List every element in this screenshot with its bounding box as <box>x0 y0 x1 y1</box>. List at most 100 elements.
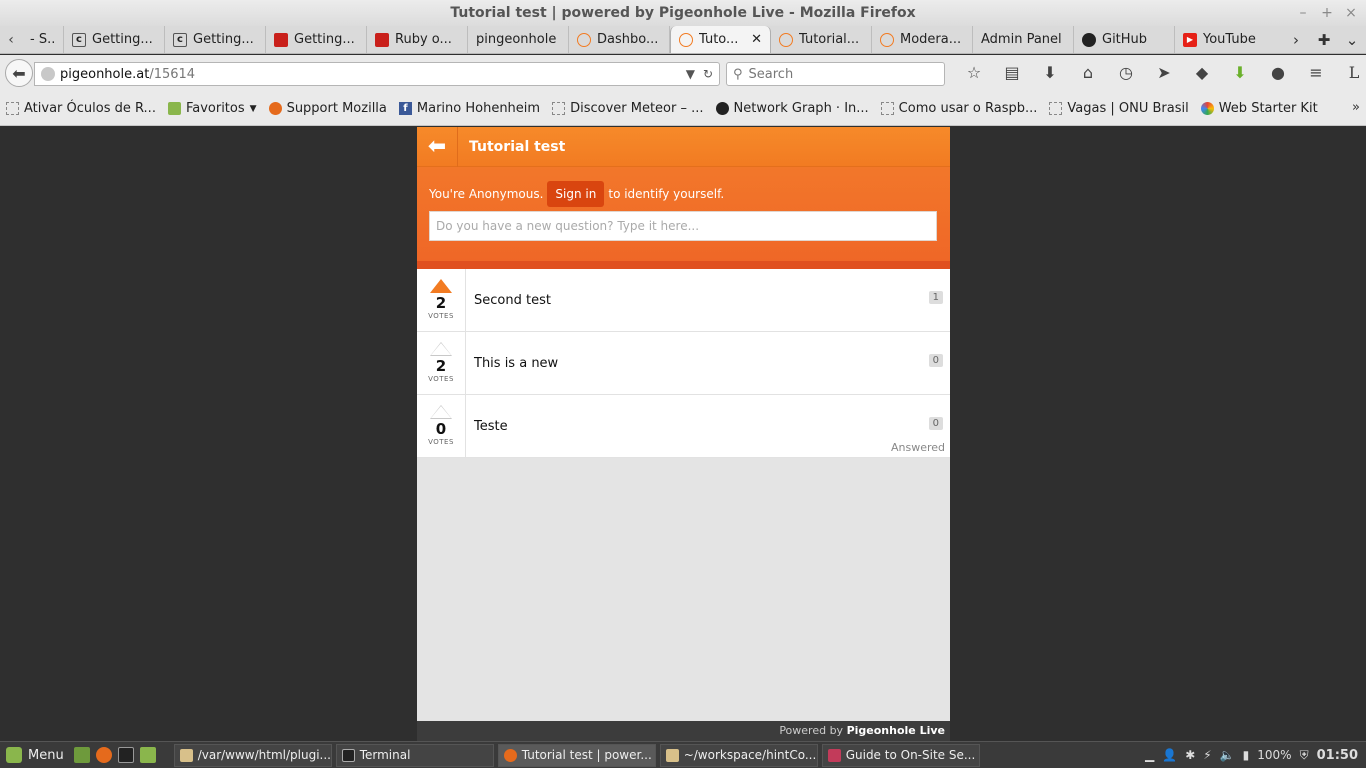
firefox-icon <box>503 748 517 762</box>
question-row[interactable]: 0 VOTES Teste 0 Answered <box>417 395 950 458</box>
footer-brand[interactable]: Pigeonhole Live <box>847 724 945 737</box>
clock[interactable]: 01:50 <box>1317 748 1358 763</box>
bookmark-item[interactable]: Support Mozilla <box>268 101 387 116</box>
task-label: Terminal <box>359 748 411 762</box>
reading-list-icon[interactable]: ▤ <box>993 61 1031 85</box>
terminal-icon <box>341 748 355 762</box>
tab-scroll-left-button[interactable]: ‹ <box>0 26 22 53</box>
tab-2[interactable]: c Getting... <box>165 26 266 53</box>
workspace-icon[interactable]: ▁ <box>1145 748 1154 762</box>
tab-12[interactable]: ▶ YouTube <box>1175 26 1276 53</box>
download-helper-icon[interactable]: ⬇ <box>1221 61 1259 85</box>
battery-icon[interactable]: ▮ <box>1243 748 1250 762</box>
tab-9[interactable]: Modera... <box>872 26 973 53</box>
bookmark-item[interactable]: Ativar Óculos de R... <box>6 101 156 116</box>
ruby-icon <box>274 32 288 47</box>
question-row[interactable]: 2 VOTES Second test 1 <box>417 269 950 332</box>
taskbar-item[interactable]: Terminal <box>335 743 494 767</box>
desktop-icon[interactable] <box>73 747 90 763</box>
downloads-icon[interactable]: ⬇ <box>1031 61 1069 85</box>
bookmarks-overflow-icon[interactable]: » <box>1352 100 1360 115</box>
tab-label: Dashbo... <box>597 32 659 47</box>
comment-count-badge[interactable]: 1 <box>928 291 943 304</box>
github-icon <box>715 102 729 115</box>
page-viewport: ⬅ Tutorial test You're Anonymous. Sign i… <box>0 126 1366 741</box>
window-controls: – + × <box>1296 0 1358 26</box>
tab-label: Admin Panel <box>981 32 1062 47</box>
tab-10[interactable]: Admin Panel <box>973 26 1074 53</box>
bookmark-item[interactable]: Como usar o Raspb... <box>880 101 1037 116</box>
extension-icon[interactable]: ◆ <box>1183 61 1221 85</box>
tab-4[interactable]: Ruby o... <box>367 26 468 53</box>
menu-hamburger-icon[interactable]: ≡ <box>1297 61 1335 85</box>
start-menu-button[interactable]: Menu <box>0 747 74 763</box>
search-input[interactable]: ⚲ Search <box>726 62 945 86</box>
bookmark-item[interactable]: Discover Meteor – ... <box>552 101 704 116</box>
vote-box: 2 VOTES <box>417 332 466 394</box>
anon-suffix: to identify yourself. <box>608 187 725 201</box>
bookmark-label: Support Mozilla <box>286 101 387 116</box>
chat-icon[interactable]: ● <box>1259 61 1297 85</box>
home-icon[interactable]: ⌂ <box>1069 61 1107 85</box>
upvote-icon[interactable] <box>430 405 452 419</box>
close-window-button[interactable]: × <box>1344 0 1358 26</box>
tab-label: Ruby o... <box>395 32 452 47</box>
task-label: Guide to On-Site Se... <box>845 748 976 762</box>
shield-icon[interactable]: ⛨ <box>1300 748 1309 763</box>
comment-count-badge[interactable]: 0 <box>928 354 943 367</box>
network-icon[interactable]: ⚡ <box>1203 748 1211 762</box>
reload-icon[interactable]: ↻ <box>703 67 713 81</box>
upvote-icon[interactable] <box>430 342 452 356</box>
comment-count-badge[interactable]: 0 <box>928 417 943 430</box>
list-all-tabs-icon[interactable]: ⌄ <box>1338 31 1366 49</box>
back-arrow-icon[interactable]: ⬅ <box>417 126 458 167</box>
upvote-icon[interactable] <box>430 279 452 293</box>
bookmark-folder[interactable]: Favoritos ▼ <box>167 101 257 116</box>
answered-status: Answered <box>890 441 945 454</box>
tab-scroll-right-icon[interactable]: › <box>1282 31 1310 49</box>
taskbar-item[interactable]: /var/www/html/plugi... <box>173 743 332 767</box>
tab-5[interactable]: pingeonhole <box>468 26 569 53</box>
sign-in-button[interactable]: Sign in <box>547 181 605 207</box>
url-bar[interactable]: pigeonhole.at /15614 ▼ ↻ <box>34 62 720 86</box>
question-row[interactable]: 2 VOTES This is a new 0 <box>417 332 950 395</box>
bookmark-star-icon[interactable]: ☆ <box>955 61 993 85</box>
close-tab-icon[interactable]: ✕ <box>751 32 762 47</box>
tab-8[interactable]: Tutorial... <box>771 26 872 53</box>
folder-icon[interactable] <box>139 747 156 763</box>
history-dropdown-icon[interactable]: ▼ <box>686 67 695 81</box>
minimize-button[interactable]: – <box>1296 0 1310 26</box>
tab-0[interactable]: - S... <box>22 26 64 53</box>
tab-label: - S... <box>30 32 55 47</box>
tab-7-active[interactable]: Tuto... ✕ <box>670 26 771 53</box>
firefox-icon[interactable] <box>95 747 112 763</box>
bluetooth-icon[interactable]: ✱ <box>1185 748 1195 762</box>
tab-label: Modera... <box>900 32 962 47</box>
tab-3[interactable]: Getting... <box>266 26 367 53</box>
volume-icon[interactable]: 🔈 <box>1220 748 1235 762</box>
bookmark-item[interactable]: Web Starter Kit <box>1200 101 1318 116</box>
extension-l-icon[interactable]: L <box>1335 61 1366 85</box>
site-identity-icon[interactable] <box>41 67 55 81</box>
bookmark-item[interactable]: f Marino Hohenheim <box>398 101 540 116</box>
tab-6[interactable]: Dashbo... <box>569 26 670 53</box>
taskbar-item[interactable]: Guide to On-Site Se... <box>821 743 980 767</box>
maximize-button[interactable]: + <box>1320 0 1334 26</box>
bookmark-item[interactable]: Network Graph · In... <box>715 101 869 116</box>
bookmark-label: Favoritos <box>185 101 245 116</box>
youtube-icon: ▶ <box>1183 32 1197 47</box>
taskbar-item-active[interactable]: Tutorial test | power... <box>497 743 656 767</box>
terminal-icon[interactable] <box>117 747 134 763</box>
user-icon[interactable]: 👤 <box>1162 748 1177 762</box>
votes-label: VOTES <box>428 438 454 446</box>
back-button[interactable]: ⬅ <box>5 59 33 87</box>
send-icon[interactable]: ➤ <box>1145 61 1183 85</box>
question-input[interactable]: Do you have a new question? Type it here… <box>429 211 937 241</box>
tab-1[interactable]: c Getting... <box>64 26 165 53</box>
bookmark-item[interactable]: Vagas | ONU Brasil <box>1049 101 1189 116</box>
new-tab-icon[interactable]: ✚ <box>1310 31 1338 49</box>
taskbar-item[interactable]: ~/workspace/hintCo... <box>659 743 818 767</box>
page-icon: c <box>173 32 187 47</box>
tab-11[interactable]: GitHub <box>1074 26 1175 53</box>
history-icon[interactable]: ◷ <box>1107 61 1145 85</box>
